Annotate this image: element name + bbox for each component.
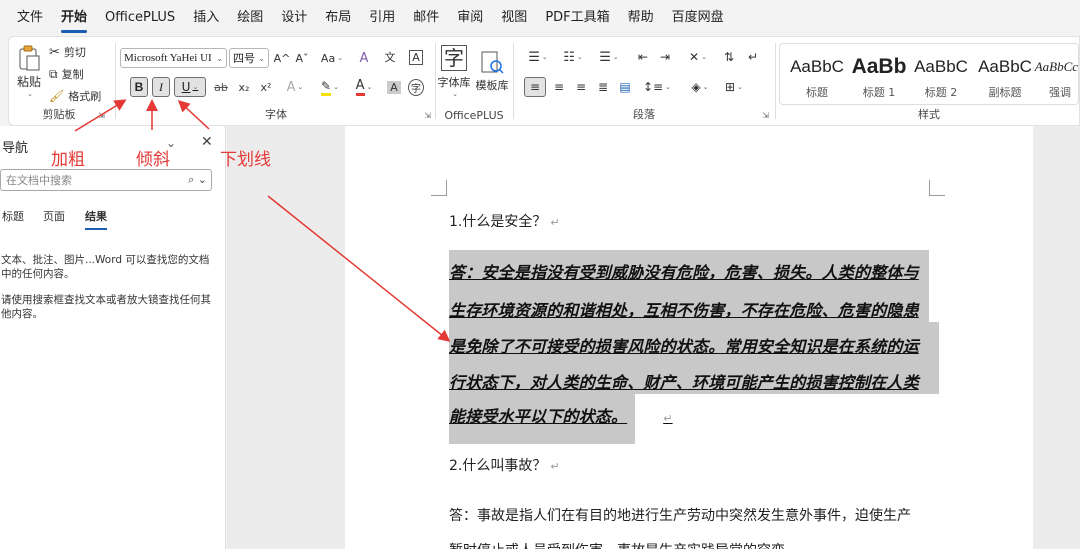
arrow-underline [177, 99, 210, 130]
annotation-arrows [74, 99, 451, 342]
arrow-bold [74, 99, 127, 132]
arrow-to-text [267, 195, 451, 342]
